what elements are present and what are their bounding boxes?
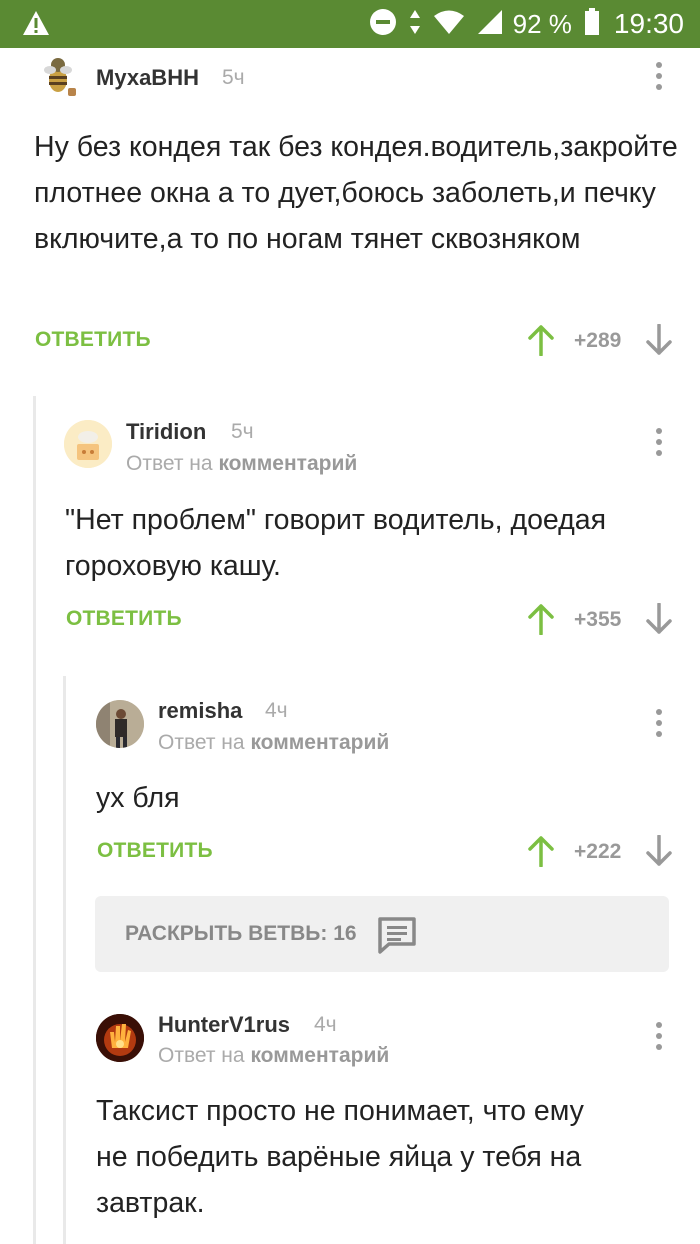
comment-author[interactable]: remisha	[158, 698, 242, 724]
reply-button[interactable]: ОТВЕТИТЬ	[66, 607, 182, 631]
downvote-arrow-icon[interactable]	[646, 834, 672, 867]
expand-branch-label: РАСКРЫТЬ ВЕТВЬ: 16	[125, 922, 357, 945]
reply-to-prefix: Ответ на	[126, 452, 213, 475]
comment-time: 4ч	[314, 1013, 337, 1036]
comment-author[interactable]: HunterV1rus	[158, 1012, 290, 1038]
comment-author[interactable]: МухаВНН	[96, 65, 199, 91]
reply-button[interactable]: ОТВЕТИТЬ	[35, 328, 151, 352]
upvote-arrow-icon[interactable]	[527, 835, 555, 868]
status-bar: 92 % 19:30	[0, 0, 700, 48]
downvote-arrow-icon[interactable]	[646, 602, 672, 635]
avatar[interactable]	[64, 420, 112, 468]
reply-to-info: Ответ на комментарий	[158, 731, 389, 755]
vote-count: +289	[574, 329, 622, 352]
signal-icon	[477, 9, 503, 40]
thread-line-level-1	[33, 396, 36, 1244]
reply-to-info: Ответ на комментарий	[158, 1044, 389, 1068]
reply-to-link[interactable]: комментарий	[250, 731, 389, 754]
battery-percent: 92 %	[512, 8, 572, 39]
vote-count: +222	[574, 840, 622, 863]
comment-text: "Нет проблем" говорит водитель, доедая г…	[65, 504, 607, 582]
vote-count: +355	[574, 608, 622, 631]
comment-author[interactable]: Tiridion	[126, 419, 206, 445]
comment-time: 5ч	[231, 420, 254, 443]
comment-time: 5ч	[222, 66, 245, 89]
comment-text: Таксист просто не понимает, что ему не п…	[96, 1095, 584, 1219]
comment-menu-icon[interactable]	[649, 62, 669, 96]
reply-to-prefix: Ответ на	[158, 731, 245, 754]
reply-to-link[interactable]: комментарий	[250, 1044, 389, 1067]
reply-to-link[interactable]: комментарий	[218, 452, 357, 475]
comment-menu-icon[interactable]	[649, 1022, 669, 1056]
downvote-arrow-icon[interactable]	[646, 323, 672, 356]
comment-menu-icon[interactable]	[649, 709, 669, 743]
clock: 19:30	[613, 8, 684, 39]
wifi-icon	[433, 9, 465, 40]
do-not-disturb-icon	[369, 8, 397, 41]
upvote-arrow-icon[interactable]	[527, 324, 555, 357]
comments-icon	[377, 916, 417, 959]
data-arrows-icon	[409, 9, 421, 40]
reply-button[interactable]: ОТВЕТИТЬ	[97, 839, 213, 863]
comment-menu-icon[interactable]	[649, 428, 669, 462]
warning-icon	[22, 10, 50, 41]
expand-branch-button[interactable]: РАСКРЫТЬ ВЕТВЬ: 16	[95, 896, 669, 972]
reply-to-info: Ответ на комментарий	[126, 452, 357, 476]
reply-to-prefix: Ответ на	[158, 1044, 245, 1067]
comment-time: 4ч	[265, 699, 288, 722]
avatar[interactable]	[96, 1014, 144, 1062]
thread-line-level-2	[63, 676, 66, 1244]
upvote-arrow-icon[interactable]	[527, 603, 555, 636]
avatar[interactable]	[96, 700, 144, 748]
avatar[interactable]	[36, 52, 84, 100]
comment-text: Ну без кондея так без кондея.водитель,за…	[34, 131, 678, 255]
battery-icon	[584, 7, 600, 41]
comment-text: ух бля	[96, 782, 180, 814]
